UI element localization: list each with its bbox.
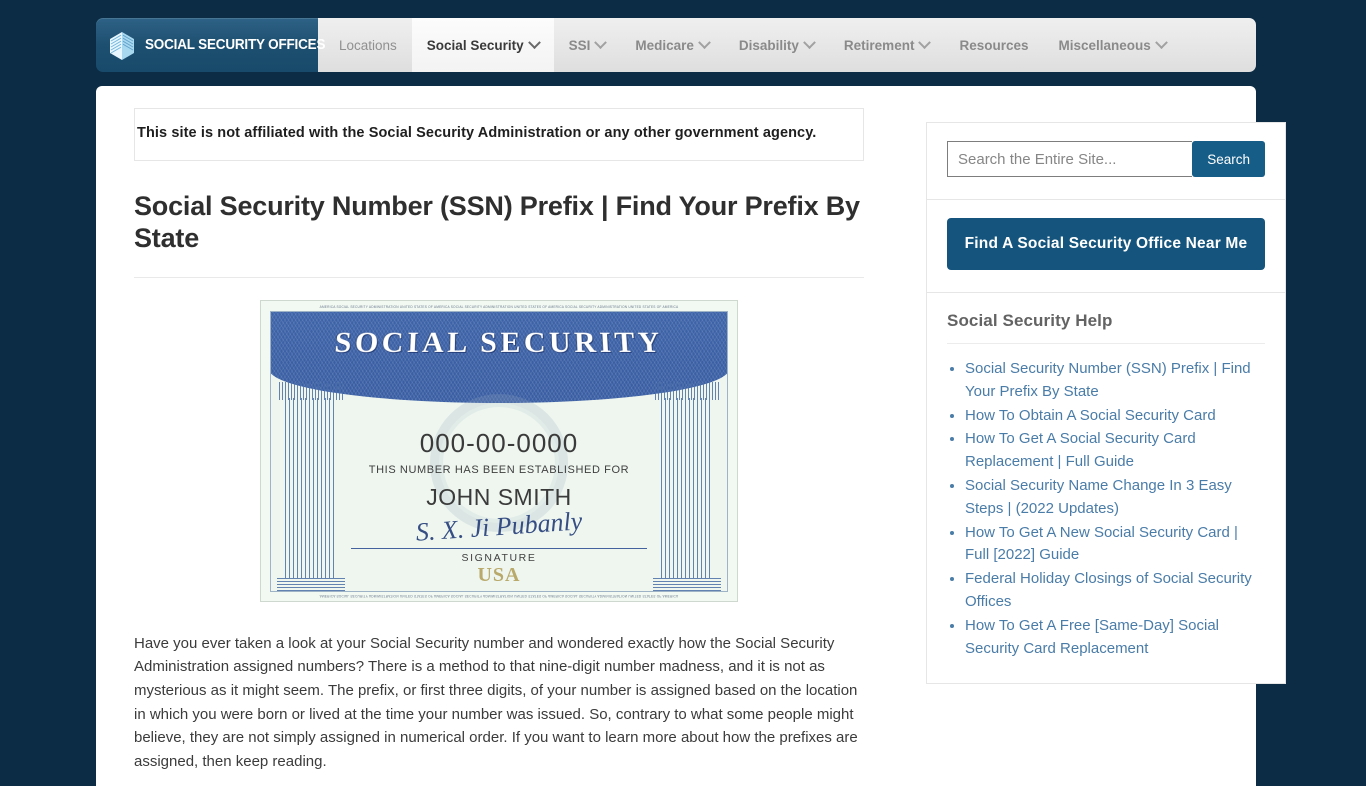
list-item: Social Security Name Change In 3 Easy St…	[965, 475, 1265, 521]
nav-item-ssi[interactable]: SSI	[554, 18, 621, 72]
help-link[interactable]: How To Get A Social Security Card Replac…	[965, 430, 1196, 470]
chevron-down-icon	[803, 35, 816, 49]
nav-label: Locations	[339, 37, 397, 53]
nav-label: Miscellaneous	[1058, 37, 1151, 53]
site-header: SOCIAL SECURITY OFFICES Locations Social…	[96, 18, 1256, 72]
card-microtext-top: AMERICA SOCIAL SECURITY ADMINISTRATION U…	[319, 304, 679, 309]
nav-item-disability[interactable]: Disability	[724, 18, 829, 72]
cta-widget: Find A Social Security Office Near Me	[926, 200, 1286, 293]
help-link[interactable]: How To Obtain A Social Security Card	[965, 407, 1216, 424]
list-item: Federal Holiday Closings of Social Secur…	[965, 568, 1265, 614]
help-link[interactable]: How To Get A New Social Security Card | …	[965, 524, 1238, 564]
list-item: How To Get A New Social Security Card | …	[965, 522, 1265, 568]
list-item: How To Get A Free [Same-Day] Social Secu…	[965, 615, 1265, 661]
list-item: Social Security Number (SSN) Prefix | Fi…	[965, 358, 1265, 404]
card-heading: SOCIAL SECURITY	[333, 326, 665, 359]
social-security-help-widget: Social Security Help Social Security Num…	[926, 293, 1286, 685]
article-paragraph: Have you ever taken a look at your Socia…	[134, 634, 858, 771]
main-content: This site is not affiliated with the Soc…	[134, 108, 874, 786]
chevron-down-icon	[698, 35, 711, 49]
social-security-card-image: AMERICA SOCIAL SECURITY ADMINISTRATION U…	[260, 299, 738, 602]
help-link[interactable]: Federal Holiday Closings of Social Secur…	[965, 570, 1252, 610]
sidebar: Search Find A Social Security Office Nea…	[926, 122, 1286, 786]
nav-label: Resources	[959, 37, 1029, 53]
disclaimer-text: This site is not affiliated with the Soc…	[137, 125, 817, 141]
nav-item-locations[interactable]: Locations	[324, 18, 412, 72]
card-established-text: THIS NUMBER HAS BEEN ESTABLISHED FOR	[368, 463, 630, 476]
search-widget: Search	[926, 122, 1286, 200]
help-link[interactable]: Social Security Name Change In 3 Easy St…	[965, 477, 1232, 517]
list-item: How To Obtain A Social Security Card	[965, 405, 1265, 428]
search-button[interactable]: Search	[1192, 141, 1265, 177]
nav-label: Disability	[738, 37, 799, 53]
brand-logo[interactable]: SOCIAL SECURITY OFFICES	[96, 18, 325, 72]
affiliation-disclaimer: This site is not affiliated with the Soc…	[134, 108, 864, 162]
nav-item-retirement[interactable]: Retirement	[829, 18, 945, 72]
card-inner-border: SOCIAL SECURITY 000-00-0000 THIS NUMBER …	[270, 310, 728, 592]
search-input[interactable]	[947, 141, 1193, 177]
chevron-down-icon	[527, 35, 541, 49]
card-usa-mark: USA	[477, 563, 521, 586]
page-container: This site is not affiliated with the Soc…	[96, 86, 1286, 786]
nav-label: Medicare	[635, 37, 694, 53]
search-form: Search	[947, 141, 1265, 177]
nav-item-resources[interactable]: Resources	[944, 18, 1043, 72]
card-ssn-number: 000-00-0000	[419, 427, 579, 458]
help-link[interactable]: How To Get A Free [Same-Day] Social Secu…	[965, 617, 1219, 657]
chevron-down-icon	[918, 35, 932, 49]
list-item: How To Get A Social Security Card Replac…	[965, 428, 1265, 474]
widget-title: Social Security Help	[947, 311, 1113, 330]
chevron-down-icon	[1154, 35, 1168, 49]
title-divider	[134, 276, 864, 278]
nav-item-medicare[interactable]: Medicare	[620, 18, 724, 72]
card-signature-label: SIGNATURE	[461, 551, 537, 564]
page-title: Social Security Number (SSN) Prefix | Fi…	[134, 191, 860, 253]
card-signature-line	[351, 547, 647, 549]
brand-label: SOCIAL SECURITY OFFICES	[145, 37, 326, 53]
nav-label: SSI	[568, 37, 591, 53]
help-link-list: Social Security Number (SSN) Prefix | Fi…	[947, 358, 1265, 660]
nav-item-miscellaneous[interactable]: Miscellaneous	[1044, 18, 1181, 72]
nav-label: Social Security	[426, 37, 524, 53]
nav-label: Retirement	[843, 37, 915, 53]
chevron-down-icon	[594, 35, 608, 49]
building-icon	[110, 32, 134, 60]
card-image-wrapper: AMERICA SOCIAL SECURITY ADMINISTRATION U…	[134, 299, 864, 602]
widget-divider	[947, 343, 1265, 344]
find-office-button[interactable]: Find A Social Security Office Near Me	[947, 218, 1265, 270]
nav-item-social-security[interactable]: Social Security	[411, 18, 554, 72]
main-navigation: Locations Social Security SSI Medicare D…	[318, 18, 1256, 72]
help-link[interactable]: Social Security Number (SSN) Prefix | Fi…	[965, 360, 1251, 400]
card-microtext-bottom: AMERICA SOCIAL SECURITY ADMINISTRATION U…	[319, 593, 679, 598]
